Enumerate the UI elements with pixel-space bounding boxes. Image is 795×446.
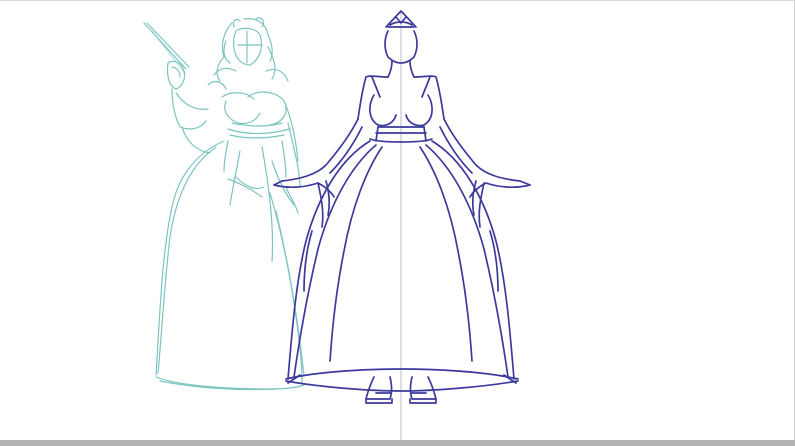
drawing-app-window xyxy=(0,0,795,446)
artwork-svg xyxy=(143,10,531,440)
drawing-canvas[interactable] xyxy=(0,0,795,440)
horizontal-scrollbar[interactable] xyxy=(0,440,795,446)
horizontal-scrollbar-thumb[interactable] xyxy=(0,440,795,446)
princess-dress-sketch xyxy=(273,10,531,404)
fairy-godmother-sketch xyxy=(143,17,305,391)
